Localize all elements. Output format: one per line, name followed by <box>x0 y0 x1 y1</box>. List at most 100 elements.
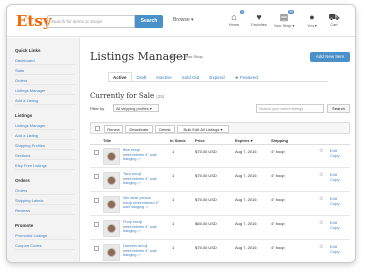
nav-label: You ▾ <box>307 24 317 28</box>
hoop-image <box>107 200 116 209</box>
renew-button[interactable]: Renew <box>104 125 123 133</box>
settings-icon[interactable]: ⚙ <box>319 244 323 250</box>
notification-badge: 2 <box>240 10 244 14</box>
browse-menu[interactable]: Browse ▾ <box>173 17 194 23</box>
sidebar-item[interactable]: Shipping Labels <box>15 197 75 205</box>
main-content: Listings Manager ◉ View Your Shop Add Ne… <box>81 38 355 262</box>
sidebar-item[interactable]: Listings Manager <box>15 122 75 130</box>
copy-link[interactable]: Copy <box>330 201 339 206</box>
tab-4[interactable]: Expired <box>204 72 229 81</box>
avatar-icon: ● <box>309 12 315 22</box>
hoop-image <box>107 176 116 185</box>
sidebar-item[interactable]: Promoted Listings <box>15 232 75 240</box>
select-all-checkbox[interactable] <box>95 126 100 131</box>
sidebar-item[interactable]: Listings Manager <box>15 87 75 95</box>
copy-link[interactable]: Copy <box>330 153 339 158</box>
row-checkbox[interactable] <box>94 246 99 251</box>
sidebar-item[interactable]: Reviews <box>15 207 75 215</box>
sidebar-item[interactable]: Orders <box>15 77 75 85</box>
in-stock-value: 1 <box>172 221 175 226</box>
settings-icon[interactable]: ⚙ <box>319 148 323 154</box>
sidebar-item[interactable]: Add a Listing <box>15 97 75 105</box>
listing-thumbnail[interactable] <box>103 220 120 237</box>
table-row: Poop emoji embroidered 4" wall hanging ☆… <box>90 217 350 240</box>
listing-title-link[interactable]: Poop emoji embroidered 4" wall hanging ☆ <box>123 220 161 234</box>
listing-count: (25) <box>156 94 165 99</box>
delete-button[interactable]: Delete <box>155 125 175 133</box>
col-price[interactable]: Price <box>195 138 205 143</box>
expires-value: Aug 7, 2016 <box>235 245 257 250</box>
section-title: Currently for Sale (25) <box>90 92 164 100</box>
sidebar-item[interactable]: Orders <box>15 187 75 195</box>
listings-search-button[interactable]: Search <box>327 104 350 113</box>
listing-thumbnail[interactable] <box>103 148 120 165</box>
copy-link[interactable]: Copy <box>330 249 339 254</box>
nav-home-link[interactable]: ⌂ 2 Home <box>223 10 245 33</box>
tab-1[interactable]: Draft <box>132 72 152 81</box>
bulk-edit-button[interactable]: Bulk Edit All Listings ▾ <box>177 125 229 133</box>
table-row: Info desk person emoji embroidered 4" wa… <box>90 193 350 216</box>
settings-icon[interactable]: ⚙ <box>319 196 323 202</box>
deactivate-button[interactable]: Deactivate <box>125 125 153 133</box>
sidebar-item[interactable]: Coupon Codes <box>15 242 75 250</box>
col-in-stock[interactable]: In Stock <box>170 138 186 143</box>
tab-0[interactable]: Active <box>108 72 132 81</box>
row-checkbox[interactable] <box>94 150 99 155</box>
nav-shop-link[interactable]: ▤ 99 Your Shop ▾ <box>273 10 295 33</box>
col-title[interactable]: Title <box>103 138 111 143</box>
sidebar-item[interactable]: Sections <box>15 152 75 160</box>
in-stock-value: 1 <box>172 149 175 154</box>
nav-avatar-link[interactable]: ● You ▾ <box>301 11 323 33</box>
sidebar-item[interactable]: Shipping Profiles <box>15 142 75 150</box>
cart-icon: ⛟ <box>328 12 340 22</box>
sidebar-item[interactable]: Add a Listing <box>15 132 75 140</box>
add-new-item-button[interactable]: Add New Item <box>310 52 350 62</box>
copy-link[interactable]: Copy <box>330 177 339 182</box>
col-expires[interactable]: Expires ▾ <box>235 138 253 143</box>
price-value: $75.00 USD <box>195 149 217 154</box>
sidebar-item[interactable]: Dashboard <box>15 57 75 65</box>
in-stock-value: 1 <box>172 197 175 202</box>
row-checkbox[interactable] <box>94 222 99 227</box>
row-checkbox[interactable] <box>94 174 99 179</box>
filter-label: Filter by <box>90 106 105 111</box>
top-nav: Etsy Search for items or shops Search Br… <box>7 5 355 37</box>
listing-thumbnail[interactable] <box>103 196 120 213</box>
col-shipping[interactable]: Shipping <box>271 138 288 143</box>
settings-icon[interactable]: ⚙ <box>319 172 323 178</box>
view-shop-label[interactable]: View Your Shop <box>175 54 203 59</box>
sidebar-heading: Listings <box>15 113 33 118</box>
sidebar-item[interactable]: Stats <box>15 67 75 75</box>
listing-thumbnail[interactable] <box>103 244 120 261</box>
sidebar-heading: Promote <box>15 223 34 228</box>
view-shop-link[interactable]: ◉ View Your Shop <box>170 54 203 59</box>
copy-link[interactable]: Copy <box>330 225 339 230</box>
tab-5[interactable]: ★ Featured <box>230 72 263 81</box>
nav-label: Cart <box>330 23 338 27</box>
search-input[interactable]: Search for items or shops <box>47 15 135 28</box>
shipping-profile-filter[interactable]: All shipping profiles ▾ <box>113 104 159 112</box>
nav-heart-link[interactable]: ♥ Favorites <box>248 11 270 33</box>
tab-2[interactable]: Inactive <box>151 72 177 81</box>
row-checkbox[interactable] <box>94 198 99 203</box>
nav-label: Your Shop ▾ <box>273 24 295 28</box>
listing-title-link[interactable]: Bee emoji embroidered 4" wall hanging ☆ <box>123 148 161 162</box>
sidebar-item[interactable]: Etsy Free Listings <box>15 162 75 170</box>
shipping-value: 4" hoop <box>271 149 285 154</box>
table-row: Taco emoji embroidered 4" wall hanging ☆… <box>90 169 350 192</box>
search-button[interactable]: Search <box>135 15 163 28</box>
listing-thumbnail[interactable] <box>103 172 120 189</box>
expires-value: Aug 7, 2016 <box>235 149 257 154</box>
tab-3[interactable]: Sold Out <box>177 72 205 81</box>
listings-search-input[interactable]: Search your active listings <box>256 104 324 113</box>
table-header: Title In Stock Price Expires ▾ Shipping <box>90 136 350 145</box>
nav-cart-link[interactable]: ⛟ Cart <box>323 11 345 33</box>
listing-title-link[interactable]: Taco emoji embroidered 4" wall hanging ☆ <box>123 172 161 186</box>
table-row: Bee emoji embroidered 4" wall hanging ☆ 1… <box>90 145 350 168</box>
settings-icon[interactable]: ⚙ <box>319 220 323 226</box>
nav-label: Favorites <box>251 23 267 27</box>
listing-title-link[interactable]: Dancers emoji embroidered 4" wall hangin… <box>123 244 161 258</box>
listing-title-link[interactable]: Info desk person emoji embroidered 4" wa… <box>123 196 161 210</box>
in-stock-value: 1 <box>172 245 175 250</box>
price-value: $75.00 USD <box>195 197 217 202</box>
